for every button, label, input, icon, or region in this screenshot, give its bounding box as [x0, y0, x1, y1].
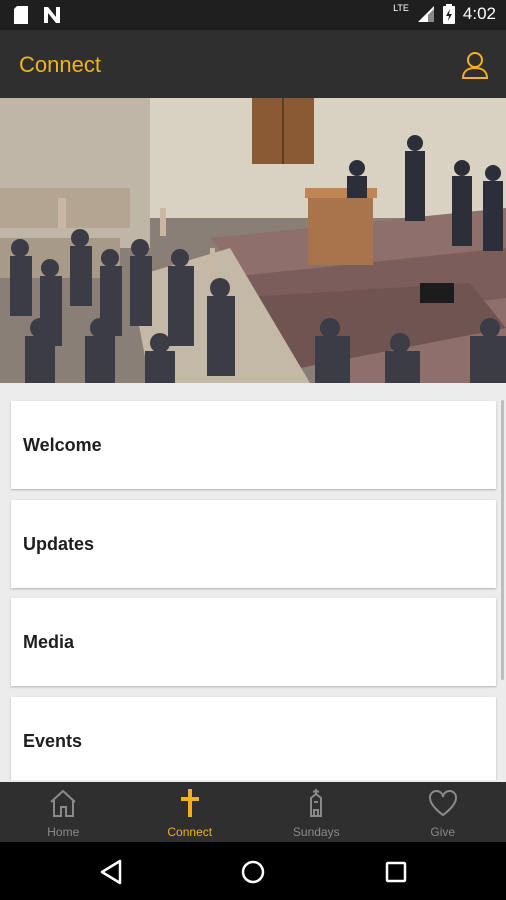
tab-sundays-label: Sundays: [292, 825, 340, 839]
cross-icon: [180, 789, 199, 817]
tab-connect[interactable]: Connect: [127, 782, 254, 842]
tab-home[interactable]: Home: [0, 782, 127, 842]
tab-home-label: Home: [47, 825, 80, 839]
back-icon[interactable]: [97, 857, 127, 887]
scrollbar[interactable]: [501, 400, 504, 680]
clock: 4:02: [462, 4, 496, 23]
signal-icon: [417, 6, 434, 22]
profile-icon[interactable]: [460, 50, 490, 80]
church-icon: [310, 789, 323, 817]
menu-item-welcome[interactable]: Welcome: [11, 401, 496, 489]
menu-list: Welcome Updates Media Events: [0, 383, 506, 780]
battery-icon: [442, 4, 455, 24]
menu-item-updates[interactable]: Updates: [11, 500, 496, 588]
bottom-tab-bar: Home Connect Sundays Give: [0, 782, 506, 842]
tab-give[interactable]: Give: [380, 782, 506, 842]
home-icon: [50, 789, 76, 817]
app-bar: Connect: [0, 30, 506, 98]
menu-item-label: Updates: [23, 534, 95, 554]
tab-connect-label: Connect: [167, 825, 213, 839]
menu-item-events[interactable]: Events: [11, 697, 496, 780]
network-type: LTE: [393, 3, 409, 13]
status-bar: LTE 4:02: [0, 0, 506, 30]
sd-card-icon: [14, 6, 28, 24]
tab-sundays[interactable]: Sundays: [253, 782, 380, 842]
menu-item-media[interactable]: Media: [11, 598, 496, 686]
page-title: Connect: [19, 52, 101, 77]
menu-item-label: Welcome: [23, 435, 102, 455]
menu-item-label: Events: [23, 731, 83, 751]
system-nav-bar: [0, 842, 506, 900]
hero-image: [0, 98, 506, 383]
menu-item-label: Media: [23, 632, 75, 652]
no-signal-icon: [44, 7, 60, 23]
heart-icon: [428, 790, 457, 817]
home-button-icon[interactable]: [238, 857, 268, 887]
tab-give-label: Give: [430, 825, 456, 839]
recents-icon[interactable]: [381, 857, 411, 887]
